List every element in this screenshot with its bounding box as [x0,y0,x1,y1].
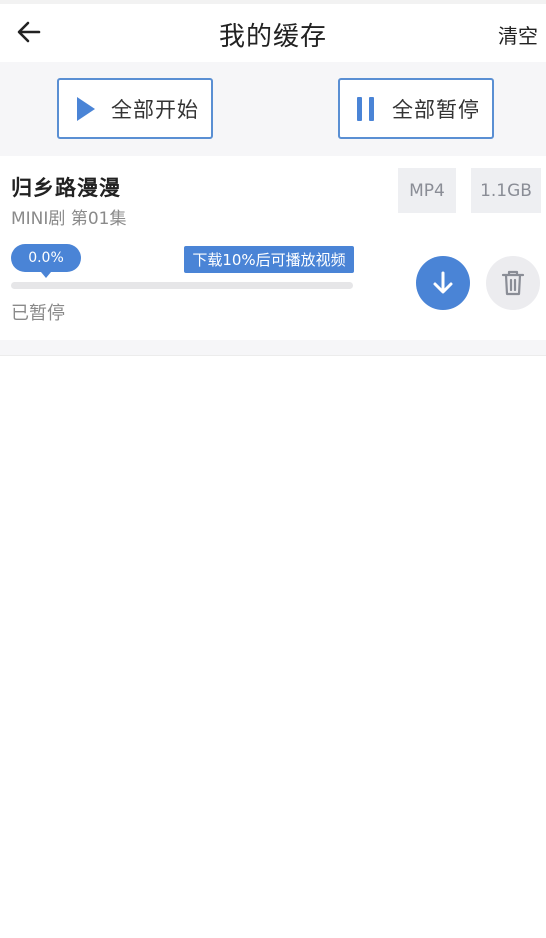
pause-icon [357,96,374,121]
download-status: 已暂停 [11,303,65,324]
item-title: 归乡路漫漫 [11,176,121,200]
download-item[interactable]: 归乡路漫漫 MINI剧 第01集 MP4 1.1GB 0.0% 下载10%后可播… [0,156,546,340]
download-arrow-icon [433,271,453,294]
progress-bar [11,282,353,289]
trash-icon [501,270,525,296]
playable-hint: 下载10%后可播放视频 [184,246,354,273]
page: 我的缓存 清空 全部开始 全部暂停 归乡路漫漫 MINI剧 第01集 MP4 1… [0,0,546,938]
delete-button[interactable] [486,256,540,310]
download-button[interactable] [416,256,470,310]
page-title: 我的缓存 [218,22,327,52]
item-subtitle: MINI剧 第01集 [11,209,127,229]
pause-all-button[interactable]: 全部暂停 [338,78,494,139]
app-header: 我的缓存 清空 [0,0,546,62]
section-divider [0,340,546,356]
format-badge: MP4 [398,168,456,213]
pause-all-label: 全部暂停 [392,97,480,122]
start-all-label: 全部开始 [111,97,199,122]
progress-percent-bubble: 0.0% [11,244,81,278]
download-toolbar: 全部开始 全部暂停 [0,62,546,156]
clear-button[interactable]: 清空 [498,20,538,49]
size-badge: 1.1GB [471,168,541,213]
play-icon [77,96,95,121]
start-all-button[interactable]: 全部开始 [57,78,213,139]
